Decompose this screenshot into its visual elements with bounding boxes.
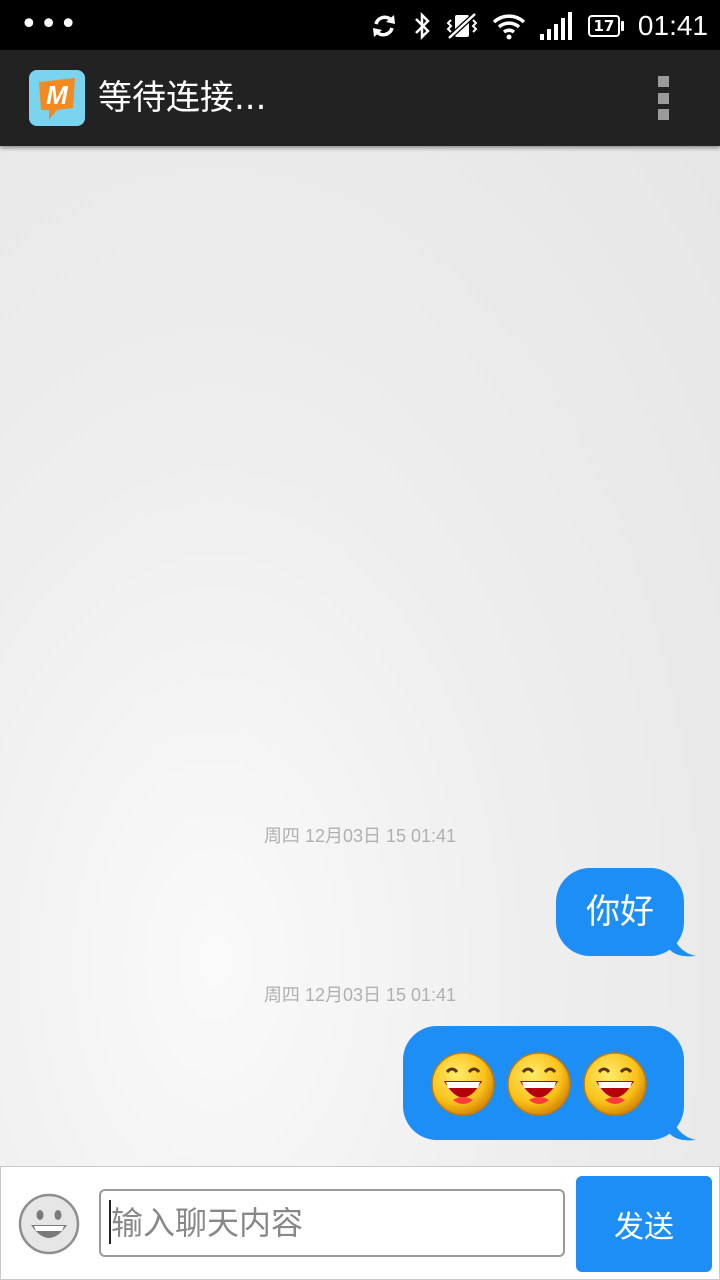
vibrate-off-icon	[446, 12, 478, 40]
notification-dots: •••	[20, 7, 80, 42]
bubble-tail	[670, 1112, 696, 1141]
status-clock: 01:41	[637, 10, 708, 41]
wifi-icon	[492, 14, 526, 40]
status-icons: 17 01:41	[370, 8, 708, 44]
text-caret	[109, 1200, 111, 1244]
grin-emoji	[583, 1052, 647, 1116]
page-title: 等待连接...	[98, 78, 267, 118]
send-button[interactable]: 发送	[576, 1176, 712, 1272]
grin-emoji	[431, 1052, 495, 1116]
emoji-row	[403, 1026, 684, 1116]
message-text: 你好	[586, 892, 654, 932]
chat-area: 周四 12月03日 15 01:41 你好 周四 12月03日 15 01:41	[0, 146, 720, 1166]
bluetooth-icon	[415, 11, 430, 41]
sync-icon	[372, 15, 395, 37]
message-timestamp: 周四 12月03日 15 01:41	[263, 985, 457, 1005]
message-bubble[interactable]: 你好	[556, 868, 696, 957]
input-bar: 发送	[0, 1166, 720, 1280]
logo-graphic: M	[39, 78, 75, 120]
status-bar: ••• 17 01:41	[0, 0, 720, 50]
smiley-icon[interactable]	[18, 1193, 80, 1255]
signal-icon	[539, 12, 572, 40]
battery-level: 17	[587, 15, 620, 37]
bubble-tail	[670, 928, 696, 957]
app-bar: M 等待连接...	[0, 50, 720, 146]
chat-input[interactable]	[99, 1189, 565, 1257]
message-timestamp: 周四 12月03日 15 01:41	[263, 826, 457, 846]
app-logo-icon[interactable]: M	[29, 70, 85, 126]
battery-icon: 17	[587, 15, 624, 37]
grin-emoji	[507, 1052, 571, 1116]
message-bubble[interactable]	[403, 1026, 696, 1141]
logo-letter: M	[46, 80, 69, 110]
overflow-menu-icon[interactable]	[656, 76, 670, 120]
